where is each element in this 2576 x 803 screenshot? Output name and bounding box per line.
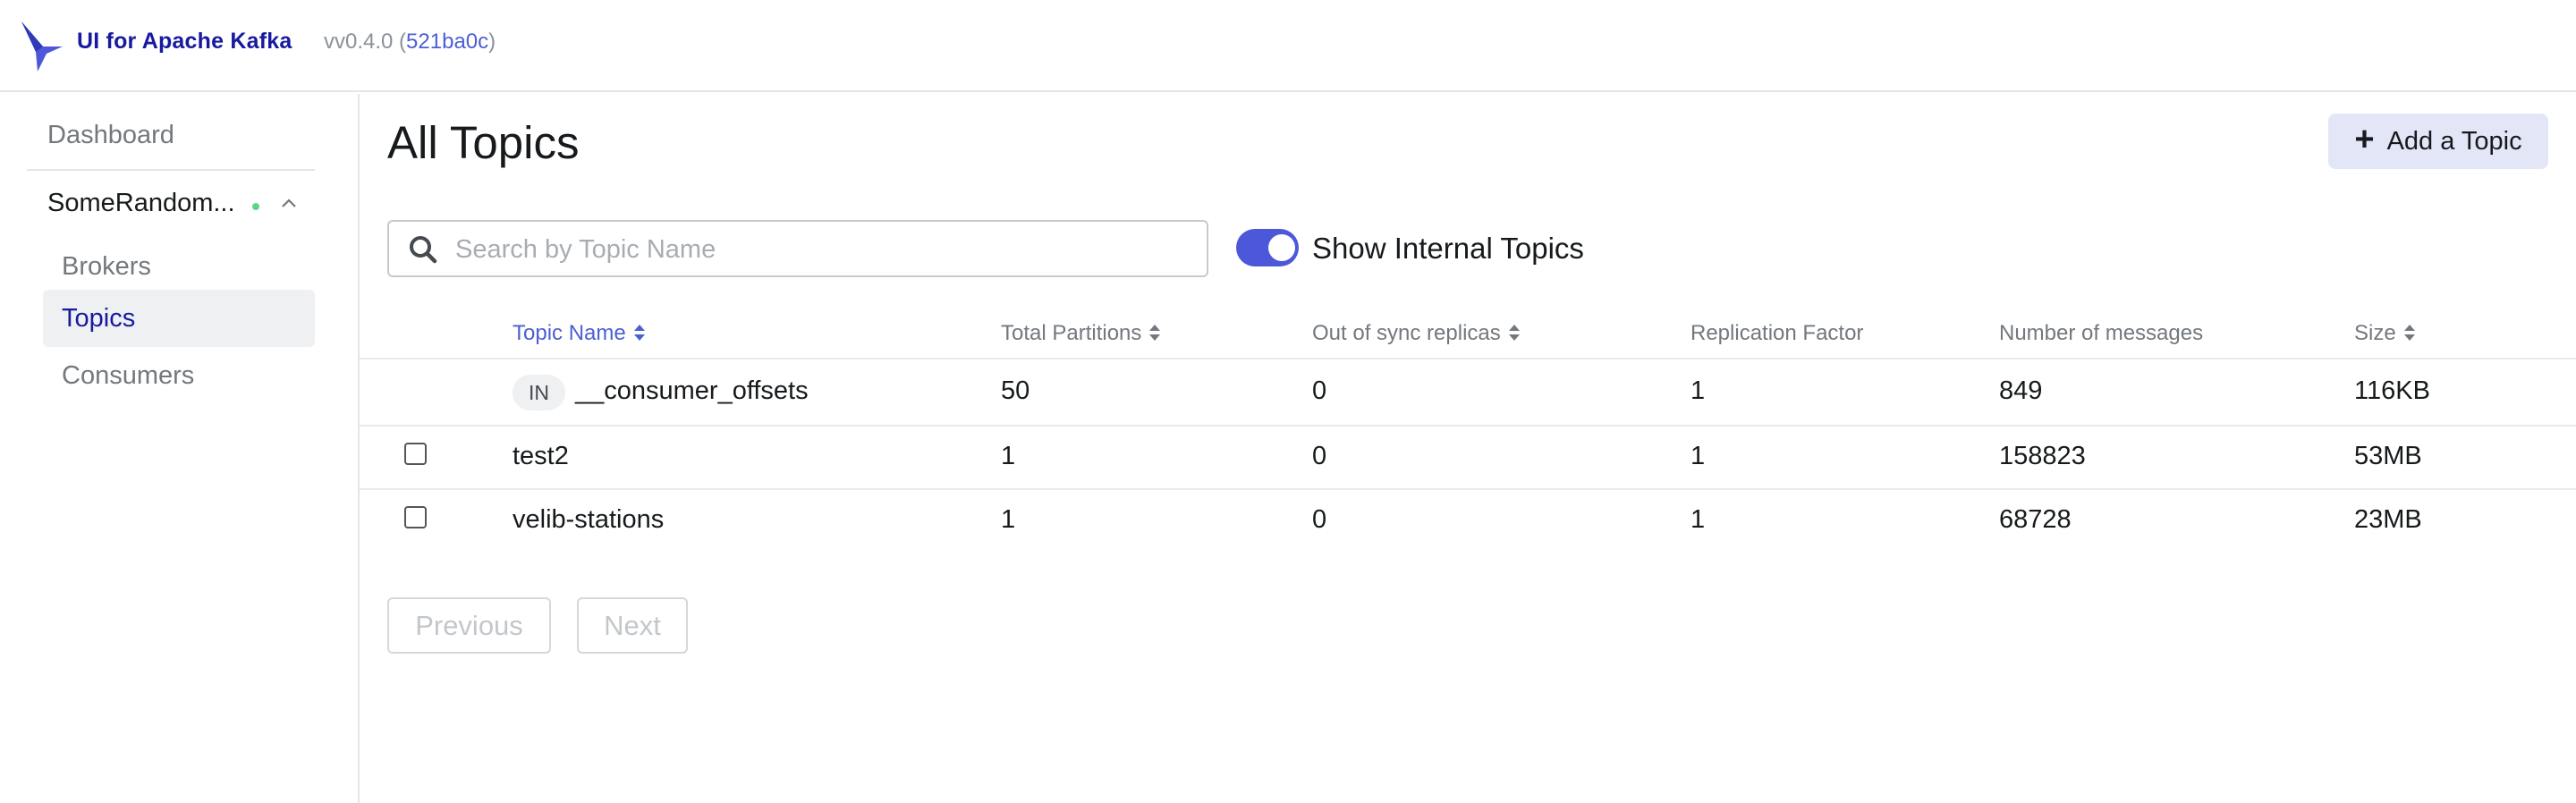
topic-out-of-sync: 0 bbox=[1312, 442, 1327, 470]
column-header-topic-name[interactable]: Topic Name bbox=[513, 321, 646, 346]
top-navbar: UI for Apache Kafka vv0.4.0 (521ba0c) bbox=[0, 0, 2576, 92]
topic-name-link[interactable]: velib-stations bbox=[513, 505, 664, 535]
sort-icon bbox=[1149, 324, 1161, 341]
topic-size: 116KB bbox=[2354, 376, 2430, 405]
sidebar-item-dashboard[interactable]: Dashboard bbox=[47, 121, 174, 150]
sort-icon bbox=[1508, 324, 1520, 341]
app-title[interactable]: UI for Apache Kafka bbox=[77, 29, 292, 55]
kafka-logo-icon[interactable] bbox=[20, 20, 64, 72]
topic-messages: 158823 bbox=[1999, 442, 2086, 470]
plus-icon: + bbox=[2354, 121, 2375, 158]
column-header-number-of-messages: Number of messages bbox=[1999, 321, 2204, 345]
sidebar-item-topics[interactable]: Topics bbox=[43, 290, 315, 347]
show-internal-topics-toggle[interactable] bbox=[1236, 229, 1299, 266]
column-header-replication-factor: Replication Factor bbox=[1690, 321, 1864, 345]
commit-hash-link[interactable]: 521ba0c bbox=[406, 30, 488, 54]
row-select-checkbox[interactable] bbox=[404, 506, 427, 528]
app-version: vv0.4.0 (521ba0c) bbox=[324, 30, 496, 54]
topic-replication: 1 bbox=[1690, 376, 1706, 405]
topic-messages: 68728 bbox=[1999, 505, 2072, 534]
table-divider bbox=[360, 358, 2576, 359]
topic-name-link[interactable]: __consumer_offsets bbox=[575, 376, 809, 406]
topic-partitions: 50 bbox=[1001, 376, 1030, 405]
cluster-toggle[interactable]: SomeRandom... bbox=[47, 189, 316, 224]
topic-replication: 1 bbox=[1690, 505, 1706, 534]
topic-name-link[interactable]: test2 bbox=[513, 442, 569, 471]
topic-out-of-sync: 0 bbox=[1312, 505, 1327, 534]
sidebar-item-consumers[interactable]: Consumers bbox=[43, 347, 315, 404]
cluster-status-dot bbox=[252, 203, 259, 210]
add-topic-button[interactable]: + Add a Topic bbox=[2328, 114, 2548, 169]
page-title: All Topics bbox=[387, 117, 580, 168]
sort-icon bbox=[633, 324, 645, 341]
toggle-knob bbox=[1268, 234, 1295, 261]
search-icon bbox=[410, 236, 437, 264]
topic-partitions: 1 bbox=[1001, 442, 1016, 470]
sort-icon bbox=[2403, 324, 2415, 341]
topic-partitions: 1 bbox=[1001, 505, 1016, 534]
row-select-checkbox[interactable] bbox=[404, 443, 427, 465]
previous-page-button[interactable]: Previous bbox=[387, 597, 551, 654]
sidebar-divider bbox=[27, 169, 315, 171]
search-input[interactable] bbox=[455, 229, 1189, 270]
column-header-total-partitions[interactable]: Total Partitions bbox=[1001, 321, 1161, 346]
topic-size: 53MB bbox=[2354, 442, 2422, 470]
table-divider bbox=[360, 488, 2576, 490]
column-header-out-of-sync-replicas[interactable]: Out of sync replicas bbox=[1312, 321, 1521, 346]
column-header-size[interactable]: Size bbox=[2354, 321, 2416, 346]
chevron-up-icon[interactable] bbox=[280, 194, 298, 212]
add-topic-label: Add a Topic bbox=[2386, 126, 2522, 156]
topic-size: 23MB bbox=[2354, 505, 2422, 534]
sidebar-item-brokers[interactable]: Brokers bbox=[43, 238, 315, 295]
search-field[interactable] bbox=[387, 220, 1208, 277]
topic-out-of-sync: 0 bbox=[1312, 376, 1327, 405]
table-divider bbox=[360, 425, 2576, 427]
topic-replication: 1 bbox=[1690, 442, 1706, 470]
cluster-name: SomeRandom... bbox=[47, 189, 235, 217]
sidebar: Dashboard SomeRandom... Brokers Topics C… bbox=[0, 94, 360, 803]
next-page-button[interactable]: Next bbox=[577, 597, 688, 654]
internal-topic-badge: IN bbox=[513, 375, 565, 410]
show-internal-topics-label: Show Internal Topics bbox=[1312, 232, 1584, 265]
topic-messages: 849 bbox=[1999, 376, 2043, 405]
